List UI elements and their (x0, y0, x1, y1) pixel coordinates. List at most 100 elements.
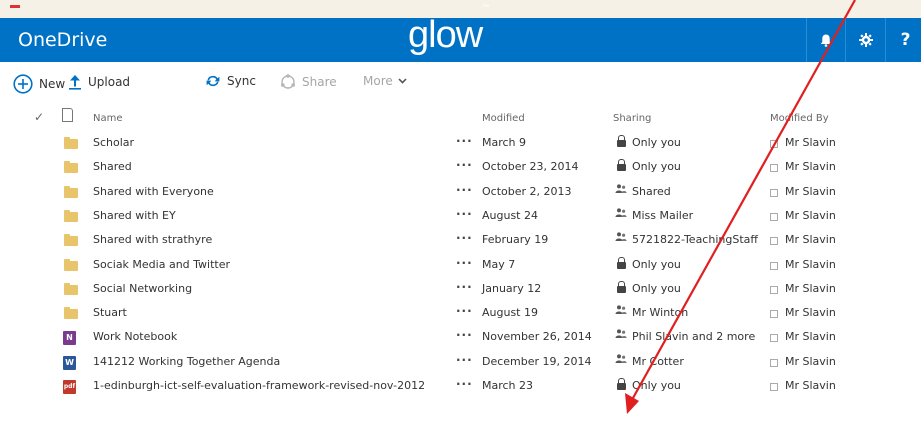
column-header-modified-by[interactable]: Modified By (770, 113, 829, 124)
sharing-link[interactable]: Only you (632, 160, 681, 173)
file-name-link[interactable]: Work Notebook (93, 330, 177, 343)
upload-button[interactable]: Upload (68, 74, 130, 90)
file-row[interactable]: Stuart ··· August 19 Mr Winton Mr Slavin (0, 301, 921, 325)
more-menu[interactable]: More (363, 74, 407, 88)
file-row[interactable]: Shared with Everyone ··· October 2, 2013 Sh… (0, 180, 921, 204)
lock-icon (615, 159, 627, 174)
ellipsis-menu-icon[interactable]: ··· (456, 183, 473, 197)
folder-icon (64, 234, 78, 246)
ellipsis-menu-icon[interactable]: ··· (456, 304, 473, 318)
gear-icon (858, 33, 873, 47)
ellipsis-menu-icon[interactable]: ··· (456, 353, 473, 367)
folder-icon (64, 283, 78, 295)
sharing-link[interactable]: Only you (632, 379, 681, 392)
app-name-link[interactable]: OneDrive (18, 29, 107, 51)
lock-icon (615, 378, 627, 393)
command-bar: New Upload Sync Share More (0, 62, 921, 104)
share-label: Share (302, 75, 337, 89)
sharing-link[interactable]: Phil Slavin and 2 more (632, 330, 755, 343)
bell-icon (820, 34, 832, 47)
modified-date: November 26, 2014 (482, 330, 592, 343)
plus-circle-icon (13, 74, 33, 94)
modified-by-presence-icon (770, 383, 778, 391)
sharing-link[interactable]: Only you (632, 258, 681, 271)
modified-by-name[interactable]: Mr Slavin (785, 306, 836, 319)
column-header-name[interactable]: Name (93, 113, 123, 124)
column-header-modified[interactable]: Modified (482, 113, 525, 124)
modified-by-name[interactable]: Mr Slavin (785, 379, 836, 392)
share-button[interactable]: Share (280, 74, 337, 90)
ellipsis-menu-icon[interactable]: ··· (456, 280, 473, 294)
ellipsis-menu-icon[interactable]: ··· (456, 158, 473, 172)
sharing-link[interactable]: 5721822-TeachingStaff (632, 233, 758, 246)
sharing-link[interactable]: Shared (632, 185, 671, 198)
new-button[interactable]: New (13, 74, 65, 94)
modified-by-name[interactable]: Mr Slavin (785, 136, 836, 149)
folder-icon (64, 161, 78, 173)
file-row[interactable]: Shared with EY ··· August 24 Miss Mailer Mr … (0, 204, 921, 228)
file-row[interactable]: Scholar ··· March 9 Only you Mr Slavin (0, 131, 921, 155)
modified-by-name[interactable]: Mr Slavin (785, 282, 836, 295)
file-name-link[interactable]: 141212 Working Together Agenda (93, 355, 280, 368)
modified-by-name[interactable]: Mr Slavin (785, 209, 836, 222)
file-row[interactable]: Shared with strathyre ··· February 19 57218… (0, 228, 921, 252)
modified-by-name[interactable]: Mr Slavin (785, 330, 836, 343)
folder-icon (64, 259, 78, 271)
modified-by-presence-icon (770, 140, 778, 148)
ellipsis-menu-icon[interactable]: ··· (456, 231, 473, 245)
notifications-button[interactable] (806, 18, 845, 62)
sharing-link[interactable]: Miss Mailer (632, 209, 693, 222)
new-label: New (39, 77, 66, 91)
ellipsis-menu-icon[interactable]: ··· (456, 377, 473, 391)
ellipsis-menu-icon[interactable]: ··· (456, 207, 473, 221)
modified-date: March 23 (482, 379, 534, 392)
file-row[interactable]: Sociak Media and Twitter ··· May 7 Only you… (0, 253, 921, 277)
modified-by-name[interactable]: Mr Slavin (785, 258, 836, 271)
file-name-link[interactable]: Sociak Media and Twitter (93, 258, 230, 271)
column-header-sharing[interactable]: Sharing (613, 113, 651, 124)
file-name-link[interactable]: Scholar (93, 136, 134, 149)
modified-by-name[interactable]: Mr Slavin (785, 355, 836, 368)
file-type-header-icon (62, 108, 73, 122)
modified-by-presence-icon (770, 310, 778, 318)
file-row[interactable]: Shared ··· October 23, 2014 Only you Mr Slav… (0, 155, 921, 179)
file-name-link[interactable]: Shared with EY (93, 209, 176, 222)
file-name-link[interactable]: Shared with Everyone (93, 185, 214, 198)
file-name-link[interactable]: 1-edinburgh-ict-self-evaluation-framewor… (93, 379, 425, 392)
modified-by-presence-icon (770, 213, 778, 221)
select-all-checkmark[interactable]: ✓ (34, 110, 44, 124)
modified-by-presence-icon (770, 262, 778, 270)
file-row[interactable]: Social Networking ··· January 12 Only you Mr… (0, 277, 921, 301)
red-mark (10, 5, 20, 8)
file-name-link[interactable]: Social Networking (93, 282, 192, 295)
file-name-link[interactable]: Shared with strathyre (93, 233, 212, 246)
settings-button[interactable] (845, 18, 885, 62)
modified-date: January 12 (482, 282, 542, 295)
file-name-link[interactable]: Stuart (93, 306, 127, 319)
modified-by-presence-icon (770, 237, 778, 245)
folder-icon (64, 137, 78, 149)
sharing-link[interactable]: Only you (632, 136, 681, 149)
sync-button[interactable]: Sync (205, 74, 256, 88)
ellipsis-menu-icon[interactable]: ··· (456, 328, 473, 342)
ellipsis-menu-icon[interactable]: ··· (456, 256, 473, 270)
sharing-link[interactable]: Mr Winton (632, 306, 688, 319)
help-button[interactable]: ? (885, 18, 921, 62)
modified-by-presence-icon (770, 189, 778, 197)
file-row[interactable]: W 141212 Working Together Agenda ··· Decemb… (0, 350, 921, 374)
people-icon (615, 354, 627, 367)
modified-by-name[interactable]: Mr Slavin (785, 160, 836, 173)
more-label: More (363, 74, 393, 88)
modified-by-name[interactable]: Mr Slavin (785, 185, 836, 198)
file-row[interactable]: pdf 1-edinburgh-ict-self-evaluation-frame… (0, 374, 921, 398)
sharing-link[interactable]: Mr Cotter (632, 355, 684, 368)
glow-logo[interactable]: glow ™ (408, 4, 489, 57)
file-row[interactable]: N Work Notebook ··· November 26, 2014 Phil S… (0, 325, 921, 349)
modified-by-name[interactable]: Mr Slavin (785, 233, 836, 246)
sharing-link[interactable]: Only you (632, 282, 681, 295)
upload-arrow-icon (68, 74, 82, 90)
ellipsis-menu-icon[interactable]: ··· (456, 134, 473, 148)
modified-date: May 7 (482, 258, 516, 271)
chevron-down-icon (398, 78, 407, 84)
file-name-link[interactable]: Shared (93, 160, 132, 173)
